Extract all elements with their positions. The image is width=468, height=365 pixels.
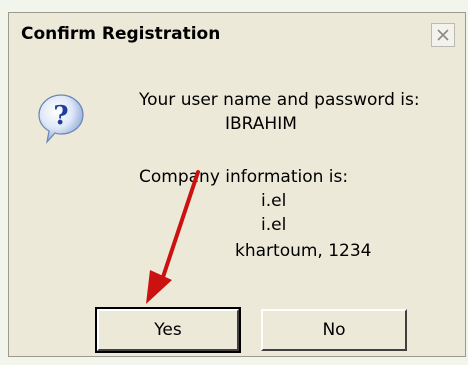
- dialog-titlebar: Confirm Registration: [9, 13, 465, 59]
- no-button-label: No: [322, 320, 346, 340]
- credentials-label: Your user name and password is:: [139, 90, 420, 110]
- username-value: IBRAHIM: [225, 114, 297, 134]
- svg-text:?: ?: [53, 101, 68, 131]
- question-icon: ?: [38, 94, 84, 144]
- company-info-label: Company information is:: [139, 167, 349, 187]
- close-button[interactable]: [431, 23, 455, 47]
- close-icon: [437, 29, 449, 41]
- yes-button-label: Yes: [154, 320, 182, 340]
- dialog-title: Confirm Registration: [21, 24, 221, 44]
- no-button[interactable]: No: [261, 309, 407, 351]
- screenshot-background: Confirm Registration ? Your user name an…: [0, 0, 468, 365]
- company-line-3: khartoum, 1234: [235, 241, 372, 261]
- confirm-registration-dialog: Confirm Registration ? Your user name an…: [8, 12, 466, 357]
- company-line-2: i.el: [261, 215, 287, 235]
- company-line-1: i.el: [261, 191, 287, 211]
- yes-button[interactable]: Yes: [95, 307, 241, 353]
